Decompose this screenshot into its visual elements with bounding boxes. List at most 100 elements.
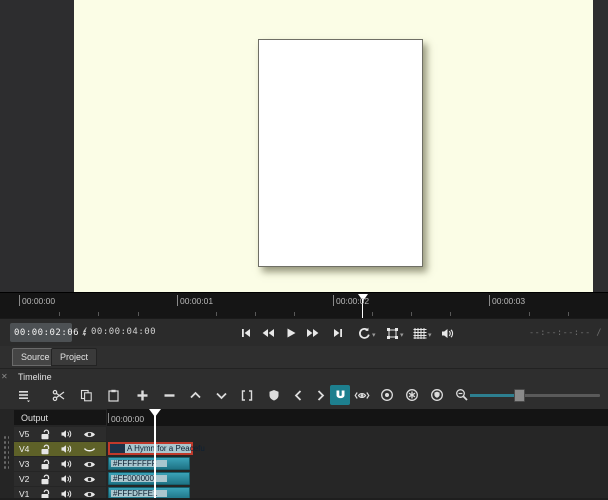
eye-closed-icon[interactable] [78, 445, 100, 454]
copy-button[interactable] [76, 385, 96, 405]
player-time-ruler[interactable]: 00:00:0000:00:0100:00:0200:00:03 [0, 292, 608, 319]
clip-v3[interactable]: #FFFFFFFF [108, 457, 190, 470]
current-timecode-spinbox[interactable]: 00:00:02:06 ▲▼ [10, 323, 72, 342]
timeline-panel-title: Timeline [18, 372, 52, 382]
video-canvas [74, 0, 593, 292]
shotcut-window: 00:00:0000:00:0100:00:0200:00:03 00:00:0… [0, 0, 608, 500]
track-header-v5[interactable]: V5 [14, 427, 106, 441]
lock-icon[interactable] [34, 429, 56, 440]
paste-button[interactable] [103, 385, 123, 405]
ruler-major-tick [489, 295, 490, 306]
ripple-delete-button[interactable] [159, 385, 179, 405]
zoom-fit-caret-icon[interactable]: ▾ [400, 331, 404, 339]
clip-v4[interactable]: A Hymn for a Peacefu [108, 442, 193, 455]
ruler-minor-tick [372, 312, 373, 316]
play-button[interactable] [283, 325, 299, 341]
grid-menu-caret-icon[interactable]: ▾ [428, 331, 432, 339]
lock-icon[interactable] [34, 459, 56, 470]
tab-source-label: Source [21, 352, 50, 362]
speaker-icon[interactable] [56, 444, 78, 454]
clip-label-strip: #FF000000 [111, 475, 167, 482]
track-name: V5 [14, 429, 34, 439]
video-preview-panel [0, 0, 608, 292]
skip-previous-button[interactable] [238, 325, 254, 341]
dock-float-icon[interactable]: ✕ [1, 372, 8, 381]
eye-icon[interactable] [78, 430, 100, 439]
ruler-minor-tick [216, 312, 217, 316]
lift-button[interactable] [185, 385, 205, 405]
next-marker-button[interactable] [310, 385, 330, 405]
zoom-slider-handle[interactable] [514, 389, 525, 402]
ruler-minor-tick [411, 312, 412, 316]
ruler-tick [108, 413, 109, 423]
timeline-ruler-label: 00:00:00 [111, 414, 144, 424]
zoom-timeline-out-button[interactable] [452, 385, 472, 405]
player-tab-bar: Source Project [0, 346, 608, 368]
zoom-slider-fill [470, 394, 518, 397]
previous-marker-button[interactable] [288, 385, 308, 405]
output-label: Output [21, 413, 48, 423]
timecode-separator: / [82, 327, 87, 337]
snap-toggle[interactable] [330, 385, 350, 405]
ruler-minor-tick [138, 312, 139, 316]
split-button[interactable] [237, 385, 257, 405]
track-header-v4[interactable]: V4 [14, 442, 106, 456]
clip-v2[interactable]: #FF000000 [108, 472, 190, 485]
timeline-ruler[interactable]: 00:00:00 [107, 409, 608, 426]
fast-forward-button[interactable] [305, 325, 321, 341]
ruler-minor-tick [255, 312, 256, 316]
speaker-icon[interactable] [56, 429, 78, 439]
scrub-while-dragging-toggle[interactable] [352, 385, 372, 405]
grid-menu-button[interactable] [412, 325, 428, 341]
clip-label-strip: #FFFDFFE1 [111, 490, 167, 497]
speaker-icon[interactable] [56, 459, 78, 469]
selection-duration: --:--:--:-- / [529, 328, 602, 338]
ruler-major-tick [333, 295, 334, 306]
output-track-button[interactable]: Output [14, 410, 106, 425]
lock-icon[interactable] [34, 444, 56, 455]
loop-menu-caret-icon[interactable]: ▾ [372, 331, 376, 339]
rewind-button[interactable] [260, 325, 276, 341]
ripple-toggle[interactable] [377, 385, 397, 405]
ruler-minor-tick [529, 312, 530, 316]
ruler-major-tick [177, 295, 178, 306]
eye-icon[interactable] [78, 460, 100, 469]
ruler-label: 00:00:02 [336, 296, 369, 306]
volume-button[interactable] [440, 325, 456, 341]
track-header-v3[interactable]: V3 [14, 457, 106, 471]
eye-icon[interactable] [78, 475, 100, 484]
lock-icon[interactable] [34, 474, 56, 485]
timeline-panel: ✕ Timeline [0, 368, 608, 500]
timeline-menu-button[interactable] [14, 385, 34, 405]
tab-project[interactable]: Project [51, 348, 97, 366]
skip-next-button[interactable] [330, 325, 346, 341]
transport-bar: 00:00:02:06 ▲▼ / 00:00:04:00 ▾ ▾ ▾ --:--… [0, 318, 608, 347]
ripple-all-tracks-toggle[interactable] [402, 385, 422, 405]
loop-menu-button[interactable] [356, 325, 372, 341]
marker-button[interactable] [264, 385, 284, 405]
clips-viewport[interactable]: 00:00:00 A Hymn for a Peacefu #FFFFFFFF #F… [107, 409, 608, 500]
track-header-v2[interactable]: V2 [14, 472, 106, 486]
ruler-label: 00:00:03 [492, 296, 525, 306]
dock-drag-handle[interactable] [3, 435, 9, 471]
tab-project-label: Project [60, 352, 88, 362]
clip-label-strip: #FFFFFFFF [111, 460, 167, 467]
ruler-minor-tick [294, 312, 295, 316]
track-name: V3 [14, 459, 34, 469]
clip-label: #FFFFFFFF [113, 460, 157, 467]
ripple-markers-toggle[interactable] [427, 385, 447, 405]
cut-button[interactable] [48, 385, 68, 405]
timeline-tracks-region: Output V5V4V3V2V1 00:00:00 A Hymn for a … [0, 409, 608, 500]
ruler-major-tick [19, 295, 20, 306]
preview-document [258, 39, 423, 267]
track-name: V4 [14, 444, 34, 454]
overwrite-button[interactable] [211, 385, 231, 405]
append-button[interactable] [132, 385, 152, 405]
ruler-minor-tick [568, 312, 569, 316]
speaker-icon[interactable] [56, 474, 78, 484]
zoom-fit-menu-button[interactable] [384, 325, 400, 341]
ruler-label: 00:00:00 [22, 296, 55, 306]
current-timecode[interactable]: 00:00:02:06 [10, 328, 79, 338]
timeline-playhead-line [154, 409, 156, 500]
timeline-zoom-slider[interactable] [470, 391, 600, 399]
